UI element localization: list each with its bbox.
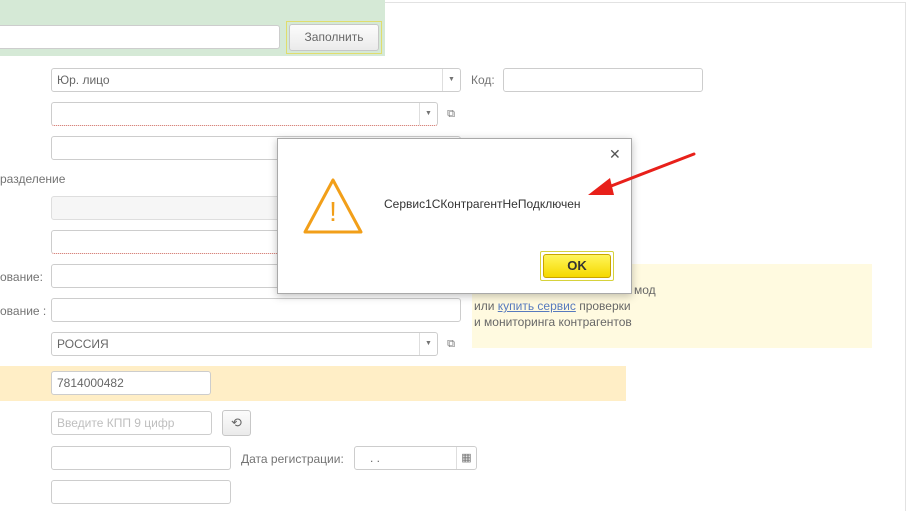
ok-button-frame: OK [540,251,614,281]
warning-dialog: ✕ ! Сервис1СКонтрагентНеПодключен OK [277,138,632,294]
red-arrow-annotation [588,152,696,195]
dialog-message: Сервис1СКонтрагентНеПодключен [384,197,581,211]
warning-glyph: ! [329,196,337,227]
ok-button[interactable]: OK [543,254,611,278]
